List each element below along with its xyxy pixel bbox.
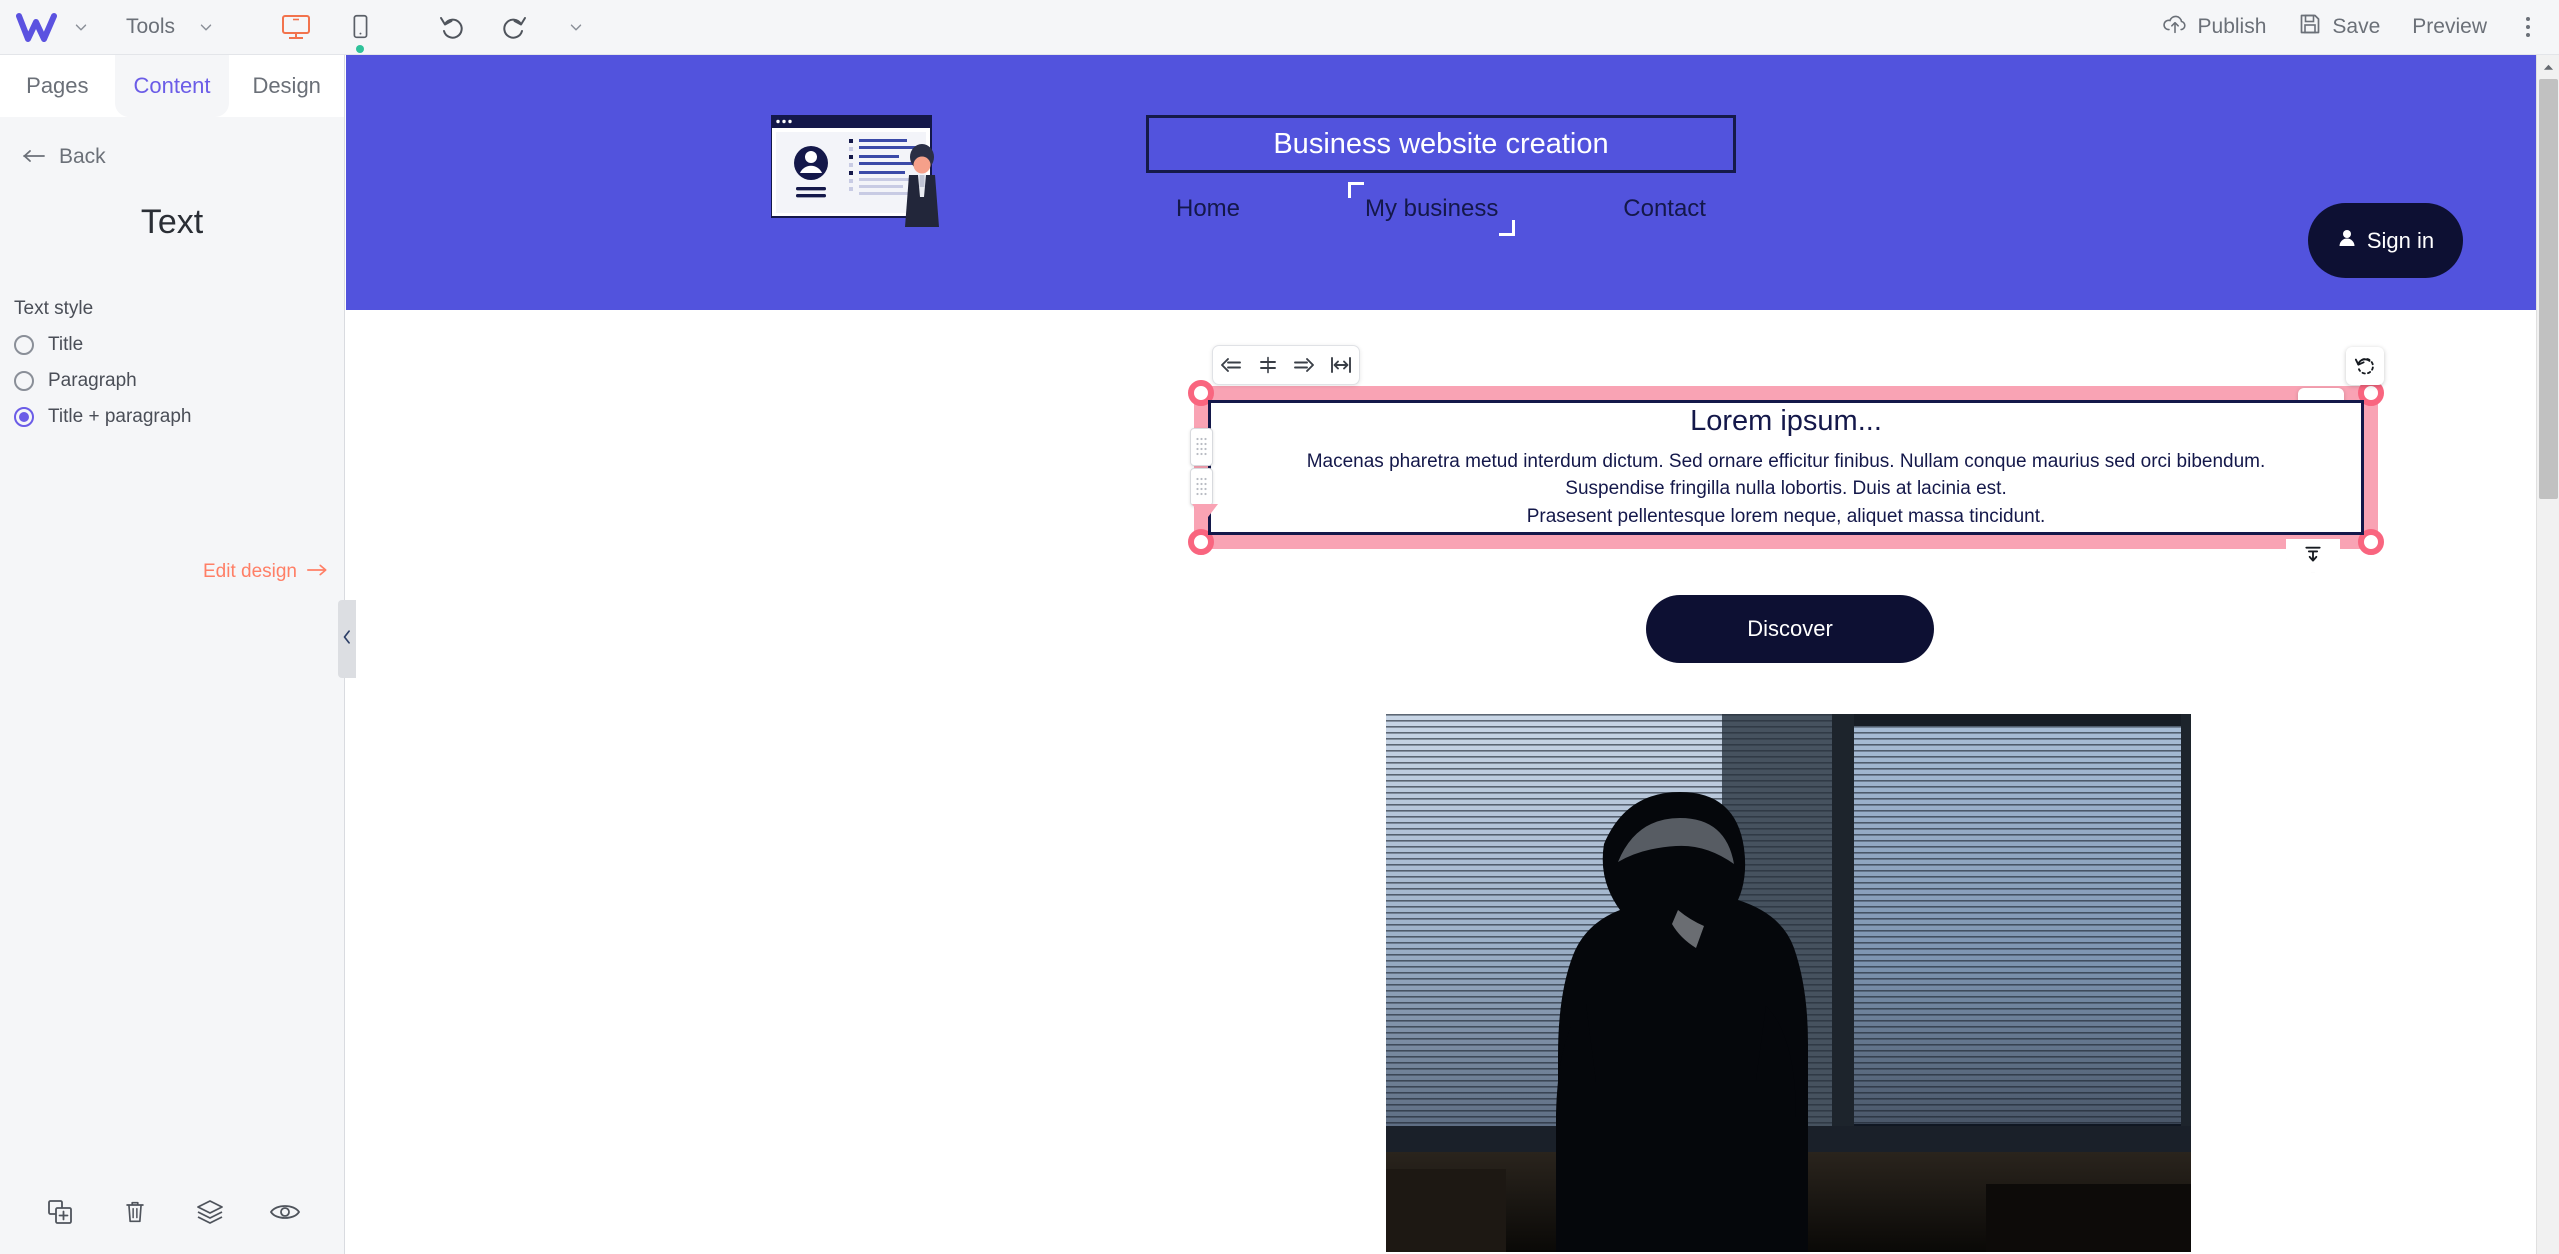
device-switcher [277,8,379,53]
edit-design-label: Edit design [202,561,297,582]
discover-button[interactable]: Discover [1646,595,1934,663]
trash-icon[interactable] [115,1192,155,1232]
radio-label: Title [48,334,84,355]
align-left-icon[interactable] [1217,351,1245,379]
text-block-selection[interactable]: Lorem ipsum... Macenas pharetra metud in… [1188,380,2384,555]
preview-button[interactable]: Preview [2396,7,2503,47]
vertical-scrollbar[interactable] [2536,55,2559,1254]
hero-title: Business website creation [1273,127,1609,160]
sidebar-tabs: Pages Content Design [0,55,345,117]
business-profile-illustration[interactable] [770,114,966,230]
arrow-left-icon [22,145,46,169]
reset-rotate-icon[interactable] [2346,347,2384,385]
publish-label: Publish [2197,15,2267,38]
tools-menu-button[interactable]: Tools [120,11,223,43]
site-canvas: Business website creation Home My busine… [346,55,2536,1254]
tab-design[interactable]: Design [229,55,345,117]
site-nav: Home My business Contact [1146,182,1736,236]
scroll-up-arrow-icon[interactable] [2537,55,2559,78]
nav-item-label: My business [1364,195,1499,222]
radio-option-paragraph[interactable]: Paragraph [14,370,344,392]
sign-in-button[interactable]: Sign in [2308,203,2463,278]
radio-label: Paragraph [48,370,137,391]
floppy-disk-icon [2298,12,2322,42]
drag-grip-icon[interactable] [1190,428,1213,466]
radio-icon-selected[interactable] [14,407,34,427]
scrollbar-thumb[interactable] [2539,79,2558,499]
edit-design-link[interactable]: Edit design [203,561,328,583]
hover-corner-icon [1499,220,1516,236]
sign-in-label: Sign in [2366,227,2435,253]
kebab-menu-icon[interactable] [2511,10,2545,44]
text-block-line-1: Macenas pharetra metud interdum dictum. … [1306,450,2266,472]
eye-visibility-icon[interactable] [265,1192,305,1232]
nav-item-my-business[interactable]: My business [1347,182,1516,236]
mobile-status-dot [356,45,365,53]
hover-corner-icon [1347,182,1364,198]
mobile-phone-icon[interactable] [341,8,379,53]
insert-below-icon[interactable] [2286,539,2340,573]
businessman-silhouette-window-blinds[interactable] [1386,714,2191,1252]
selection-bar-bottom[interactable] [1194,535,2378,549]
align-center-icon[interactable] [1254,351,1282,379]
arrow-right-icon [306,561,328,583]
radio-icon[interactable] [14,335,34,355]
selection-bar-top[interactable] [1194,386,2378,400]
align-right-icon[interactable] [1290,351,1318,379]
save-button[interactable]: Save [2282,4,2396,50]
radio-option-title-paragraph[interactable]: Title + paragraph [14,406,344,428]
text-block[interactable]: Lorem ipsum... Macenas pharetra metud in… [1208,400,2364,535]
selection-bar-right[interactable] [2364,386,2378,549]
top-toolbar: Tools Publish Save Preview [0,0,2559,55]
drop-indicator-icon [1192,504,1218,521]
sidebar-collapse-handle[interactable] [338,600,356,678]
top-actions: Publish Save Preview [2146,4,2545,50]
site-header: Business website creation Home My busine… [346,55,2536,310]
chevron-down-icon[interactable] [70,16,92,38]
person-icon [2337,228,2357,254]
chevron-down-icon[interactable] [559,10,593,44]
chevron-left-icon [342,629,352,650]
text-block-title: Lorem ipsum... [1690,404,1882,437]
nav-item-home[interactable]: Home [1176,195,1240,223]
preview-label: Preview [2412,15,2487,38]
desktop-monitor-icon[interactable] [277,8,315,46]
history-controls [435,10,593,44]
undo-icon[interactable] [435,10,469,44]
text-block-line-2: Suspendise fringilla nulla lobortis. Dui… [1565,478,2007,500]
radio-option-title[interactable]: Title [14,334,344,356]
w-logo-icon[interactable] [16,12,60,42]
radio-label: Title + paragraph [48,406,192,427]
cloud-upload-icon [2162,12,2188,42]
back-label: Back [59,145,106,168]
text-align-toolbar [1212,345,1360,385]
radio-icon[interactable] [14,371,34,391]
duplicate-icon[interactable] [40,1192,80,1232]
text-style-label: Text style [14,298,94,319]
save-label: Save [2332,15,2381,38]
publish-button[interactable]: Publish [2146,4,2283,50]
page-title: Text [140,203,204,241]
tab-content[interactable]: Content [114,55,230,117]
drag-grip-icon[interactable] [1190,468,1213,506]
layers-icon[interactable] [190,1192,230,1232]
brand-logo-group[interactable] [16,12,92,42]
tools-label: Tools [126,15,176,38]
chevron-down-icon [195,16,217,38]
redo-icon[interactable] [497,10,531,44]
back-button[interactable]: Back [22,145,344,169]
tab-pages[interactable]: Pages [0,55,115,117]
text-block-line-3: Prasesent pellentesque lorem neque, aliq… [1526,505,2046,527]
left-sidebar: Pages Content Design Back Text Text styl… [0,55,345,1254]
nav-item-contact[interactable]: Contact [1623,195,1706,223]
sidebar-bottom-toolbar [0,1170,345,1254]
fit-width-icon[interactable] [1327,351,1355,379]
hero-title-box[interactable]: Business website creation [1146,115,1736,173]
